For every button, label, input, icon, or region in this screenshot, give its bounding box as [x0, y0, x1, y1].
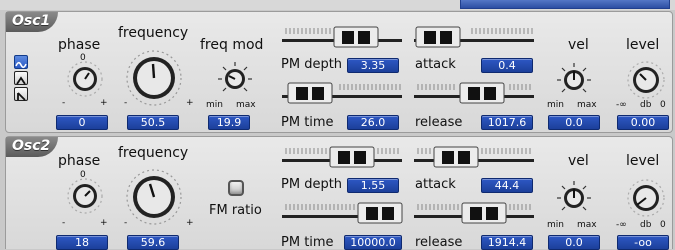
- level-value[interactable]: 0.00: [617, 115, 669, 130]
- saw-wave-icon: [17, 92, 26, 101]
- attack-label: attack: [415, 177, 456, 192]
- freq-mod-min: min: [206, 100, 223, 110]
- pm-time-value[interactable]: 10000.0: [344, 235, 402, 250]
- frequency-minus: -: [124, 218, 128, 228]
- release-fader[interactable]: [412, 199, 536, 225]
- sine-wave-icon: [15, 61, 27, 69]
- pm-depth-fader[interactable]: [280, 23, 404, 49]
- phase-knob[interactable]: [66, 177, 104, 215]
- fm-ratio-label: FM ratio: [209, 203, 262, 218]
- frequency-knob[interactable]: [124, 49, 184, 107]
- pm-time-label: PM time: [281, 235, 334, 250]
- fm-ratio-toggle[interactable]: [228, 180, 244, 196]
- pm-time-label: PM time: [281, 115, 334, 130]
- phase-plus: +: [100, 98, 108, 108]
- vel-value[interactable]: 0.0: [548, 235, 600, 250]
- triangle-wave-icon: [16, 76, 26, 85]
- vel-label: vel: [568, 153, 589, 169]
- pm-time-fader[interactable]: [280, 79, 404, 105]
- vel-max: max: [577, 220, 597, 230]
- level-zero: 0: [660, 220, 666, 230]
- pm-depth-label: PM depth: [281, 57, 343, 72]
- attack-fader[interactable]: [412, 23, 536, 49]
- phase-minus: -: [62, 218, 66, 228]
- level-zero: 0: [660, 100, 666, 110]
- attack-fader[interactable]: [412, 143, 536, 169]
- release-label: release: [415, 115, 463, 130]
- level-label: level: [626, 153, 660, 169]
- freq-mod-knob[interactable]: [217, 61, 253, 97]
- level-db: db: [640, 100, 652, 110]
- top-bar: [460, 0, 670, 9]
- level-label: level: [626, 37, 660, 53]
- sine-wave-button[interactable]: [14, 55, 28, 69]
- vel-max: max: [577, 100, 597, 110]
- release-value[interactable]: 1914.4: [481, 235, 533, 250]
- level-knob[interactable]: [626, 60, 666, 100]
- attack-value[interactable]: 44.4: [481, 178, 533, 193]
- attack-label: attack: [415, 57, 456, 72]
- saw-wave-button[interactable]: [14, 87, 28, 101]
- osc1-panel: Osc1 phase 0 - + 0 frequency - + 50.5 fr…: [5, 11, 673, 133]
- vel-value[interactable]: 0.0: [548, 115, 600, 130]
- freq-mod-label: freq mod: [200, 37, 264, 53]
- osc1-tab[interactable]: Osc1: [6, 12, 58, 32]
- level-value[interactable]: -oo: [617, 235, 669, 250]
- frequency-value[interactable]: 50.5: [127, 115, 179, 130]
- phase-value[interactable]: 0: [56, 115, 108, 130]
- vel-min: min: [547, 100, 564, 110]
- release-label: release: [415, 235, 463, 250]
- frequency-label: frequency: [118, 145, 189, 161]
- freq-mod-max: max: [236, 100, 256, 110]
- pm-time-fader[interactable]: [280, 199, 404, 225]
- phase-value[interactable]: 18: [56, 235, 108, 250]
- frequency-label: frequency: [118, 25, 189, 41]
- phase-label: phase: [58, 37, 101, 53]
- freq-mod-value[interactable]: 19.9: [208, 115, 250, 130]
- vel-knob[interactable]: [556, 180, 592, 216]
- pm-time-value[interactable]: 26.0: [347, 115, 399, 130]
- pm-depth-value[interactable]: 3.35: [347, 58, 399, 73]
- attack-value[interactable]: 0.4: [481, 58, 533, 73]
- vel-knob[interactable]: [556, 62, 592, 98]
- frequency-knob[interactable]: [124, 168, 184, 226]
- frequency-minus: -: [124, 98, 128, 108]
- phase-knob[interactable]: [66, 60, 104, 98]
- phase-plus: +: [100, 218, 108, 228]
- triangle-wave-button[interactable]: [14, 71, 28, 85]
- vel-min: min: [547, 220, 564, 230]
- osc2-panel: Osc2 phase 0 - + 18 frequency - + 59.6 F…: [5, 136, 673, 250]
- level-knob[interactable]: [626, 178, 666, 218]
- phase-label: phase: [58, 153, 101, 169]
- level-neg-inf: -∞: [616, 220, 627, 230]
- phase-minus: -: [62, 98, 66, 108]
- pm-depth-label: PM depth: [281, 177, 343, 192]
- level-db: db: [640, 220, 652, 230]
- frequency-plus: +: [186, 98, 194, 108]
- osc2-tab[interactable]: Osc2: [6, 137, 58, 157]
- release-value[interactable]: 1017.6: [481, 115, 533, 130]
- level-neg-inf: -∞: [616, 100, 627, 110]
- pm-depth-value[interactable]: 1.55: [347, 178, 399, 193]
- vel-label: vel: [568, 37, 589, 53]
- frequency-plus: +: [186, 218, 194, 228]
- pm-depth-fader[interactable]: [280, 143, 404, 169]
- frequency-value[interactable]: 59.6: [127, 235, 179, 250]
- release-fader[interactable]: [412, 79, 536, 105]
